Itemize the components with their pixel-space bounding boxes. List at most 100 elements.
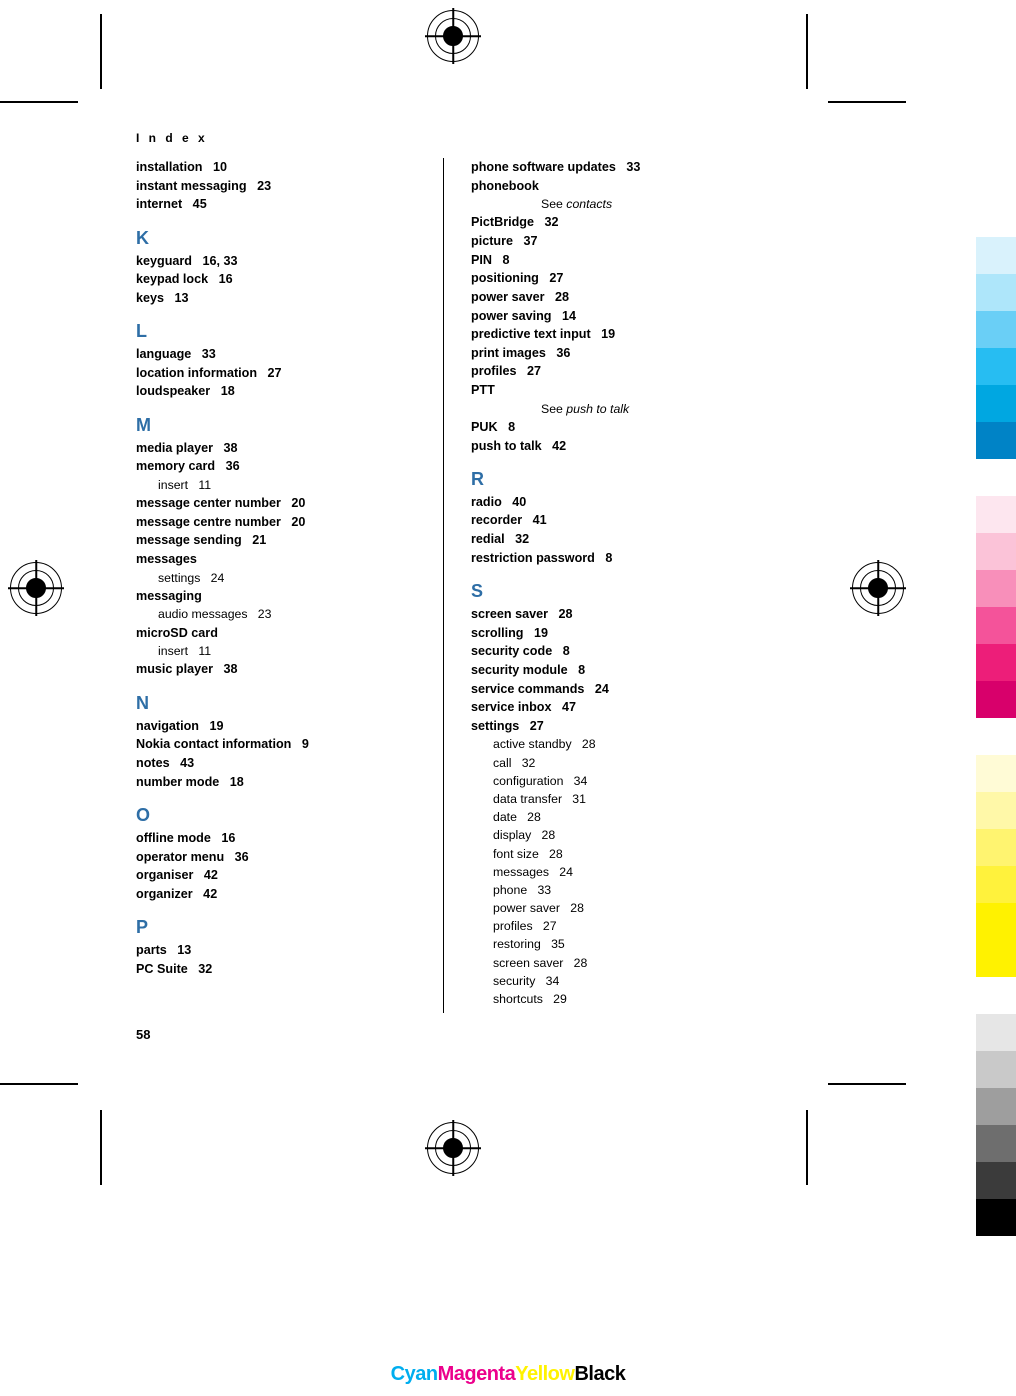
index-entry-page: 36 (215, 459, 240, 474)
index-entry-page: 42 (192, 886, 218, 901)
index-subentry: date 28 (471, 808, 776, 826)
color-swatch (976, 977, 1016, 1014)
index-entry-page: 23 (247, 607, 272, 622)
index-entry-page: 33 (527, 882, 552, 897)
color-swatch (976, 829, 1016, 866)
index-entry-page: 8 (552, 644, 570, 659)
index-subentry: configuration 34 (471, 772, 776, 790)
index-entry-page: 45 (182, 197, 207, 212)
index-entry-page: 28 (559, 901, 584, 916)
index-entry-term: active standby (493, 737, 572, 752)
index-subentry: display 28 (471, 826, 776, 844)
index-entry: PIN 8 (471, 251, 776, 270)
index-entry-page: 32 (533, 215, 559, 230)
index-entry: power saver 28 (471, 288, 776, 307)
index-entry: PTT (471, 381, 776, 400)
index-entry-term: internet (136, 197, 183, 212)
index-entry-page: 42 (193, 868, 218, 883)
index-entry-page: 20 (280, 514, 306, 529)
index-entry: messages (136, 550, 441, 569)
index-subentry: phone 33 (471, 881, 776, 899)
index-subentry: settings 24 (136, 569, 441, 587)
index-entry: PC Suite 32 (136, 960, 441, 979)
index-entry-page: 38 (213, 662, 238, 677)
color-swatch (976, 200, 1016, 237)
index-entry-term: number mode (136, 774, 220, 789)
index-entry: offline mode 16 (136, 829, 441, 848)
index-entry-term: notes (136, 756, 170, 770)
index-entry-page: 9 (291, 737, 309, 752)
index-entry-page: 28 (548, 607, 573, 621)
index-entry-term: media player (136, 440, 214, 455)
index-entry-term: PUK (471, 419, 498, 434)
index-entry-term: font size (493, 846, 539, 861)
index-entry-term: PC Suite (136, 961, 188, 976)
color-word-cyan: Cyan (390, 1363, 438, 1385)
color-swatch (976, 348, 1016, 385)
index-entry-page: 8 (594, 550, 613, 565)
index-entry-term: keypad lock (136, 272, 209, 287)
see-label: See (541, 197, 567, 212)
index-entry-page: 11 (188, 644, 212, 659)
index-entry: phonebook (471, 177, 776, 196)
crop-line-bottom-right-horizontal (828, 1083, 906, 1085)
index-entry-page: 19 (198, 718, 224, 733)
index-entry-term: service commands (471, 681, 585, 696)
index-section-letter: M (136, 415, 151, 435)
color-swatch (976, 237, 1016, 274)
index-entry-term: memory card (136, 459, 216, 474)
index-entry-page: 27 (516, 364, 542, 379)
index-entry: operator menu 36 (136, 848, 441, 867)
index-entry-page: 33 (191, 347, 216, 362)
index-entry-page: 42 (541, 438, 567, 453)
color-swatch (976, 1125, 1016, 1162)
color-swatch (976, 644, 1016, 681)
index-entry-page: 36 (545, 345, 571, 360)
index-entry-page: 28 (531, 828, 556, 843)
color-swatch (976, 570, 1016, 607)
index-entry-term: print images (471, 345, 546, 360)
index-entry-term: security module (471, 662, 568, 677)
index-entry-page: 13 (166, 943, 192, 958)
index-entry: settings 27 (471, 717, 776, 736)
index-entry-page: 19 (590, 327, 616, 342)
index-entry-page: 27 (538, 271, 564, 286)
index-entry: keyguard 16, 33 (136, 252, 441, 271)
index-entry: Nokia contact information 9 (136, 735, 441, 754)
index-entry-term: security (493, 973, 536, 988)
index-entry-term: organizer (136, 886, 193, 901)
index-entry-term: insert (158, 477, 189, 492)
index-entry: restriction password 8 (471, 549, 776, 568)
color-swatch (976, 940, 1016, 977)
index-entry: number mode 18 (136, 773, 441, 792)
index-entry-term: restriction password (471, 550, 595, 565)
index-cross-reference: See push to talk (471, 400, 776, 418)
index-subentry: call 32 (471, 754, 776, 772)
printed-page: I n d e x installation 10 instant messagi… (0, 0, 1016, 1396)
index-entry-page: 34 (563, 773, 588, 788)
index-entry: message sending 21 (136, 531, 441, 550)
index-entry: internet 45 (136, 195, 441, 214)
index-entry: keys 13 (136, 289, 441, 308)
index-entry-page: 27 (257, 365, 282, 380)
index-entry: security module 8 (471, 661, 776, 680)
color-swatch (976, 1014, 1016, 1051)
index-entry-term: loudspeaker (136, 384, 211, 399)
index-subentry: data transfer 31 (471, 790, 776, 808)
index-entry: picture 37 (471, 232, 776, 251)
crop-line-top-left-horizontal (0, 101, 78, 103)
index-entry-page: 13 (164, 290, 189, 305)
index-entry: PUK 8 (471, 418, 776, 437)
index-entry-term: settings (471, 718, 520, 733)
column-divider (443, 158, 444, 1013)
index-entry-term: instant messaging (136, 178, 247, 193)
index-entry: push to talk 42 (471, 437, 776, 456)
index-section-letter: N (136, 693, 149, 714)
index-entry: parts 13 (136, 941, 441, 960)
index-entry-term: language (136, 347, 192, 362)
index-entry: message centre number 20 (136, 513, 441, 532)
index-entry-term: push to talk (471, 438, 542, 453)
index-entry-page: 27 (532, 919, 557, 934)
index-entry: service inbox 47 (471, 698, 776, 717)
index-entry: language 33 (136, 345, 441, 364)
